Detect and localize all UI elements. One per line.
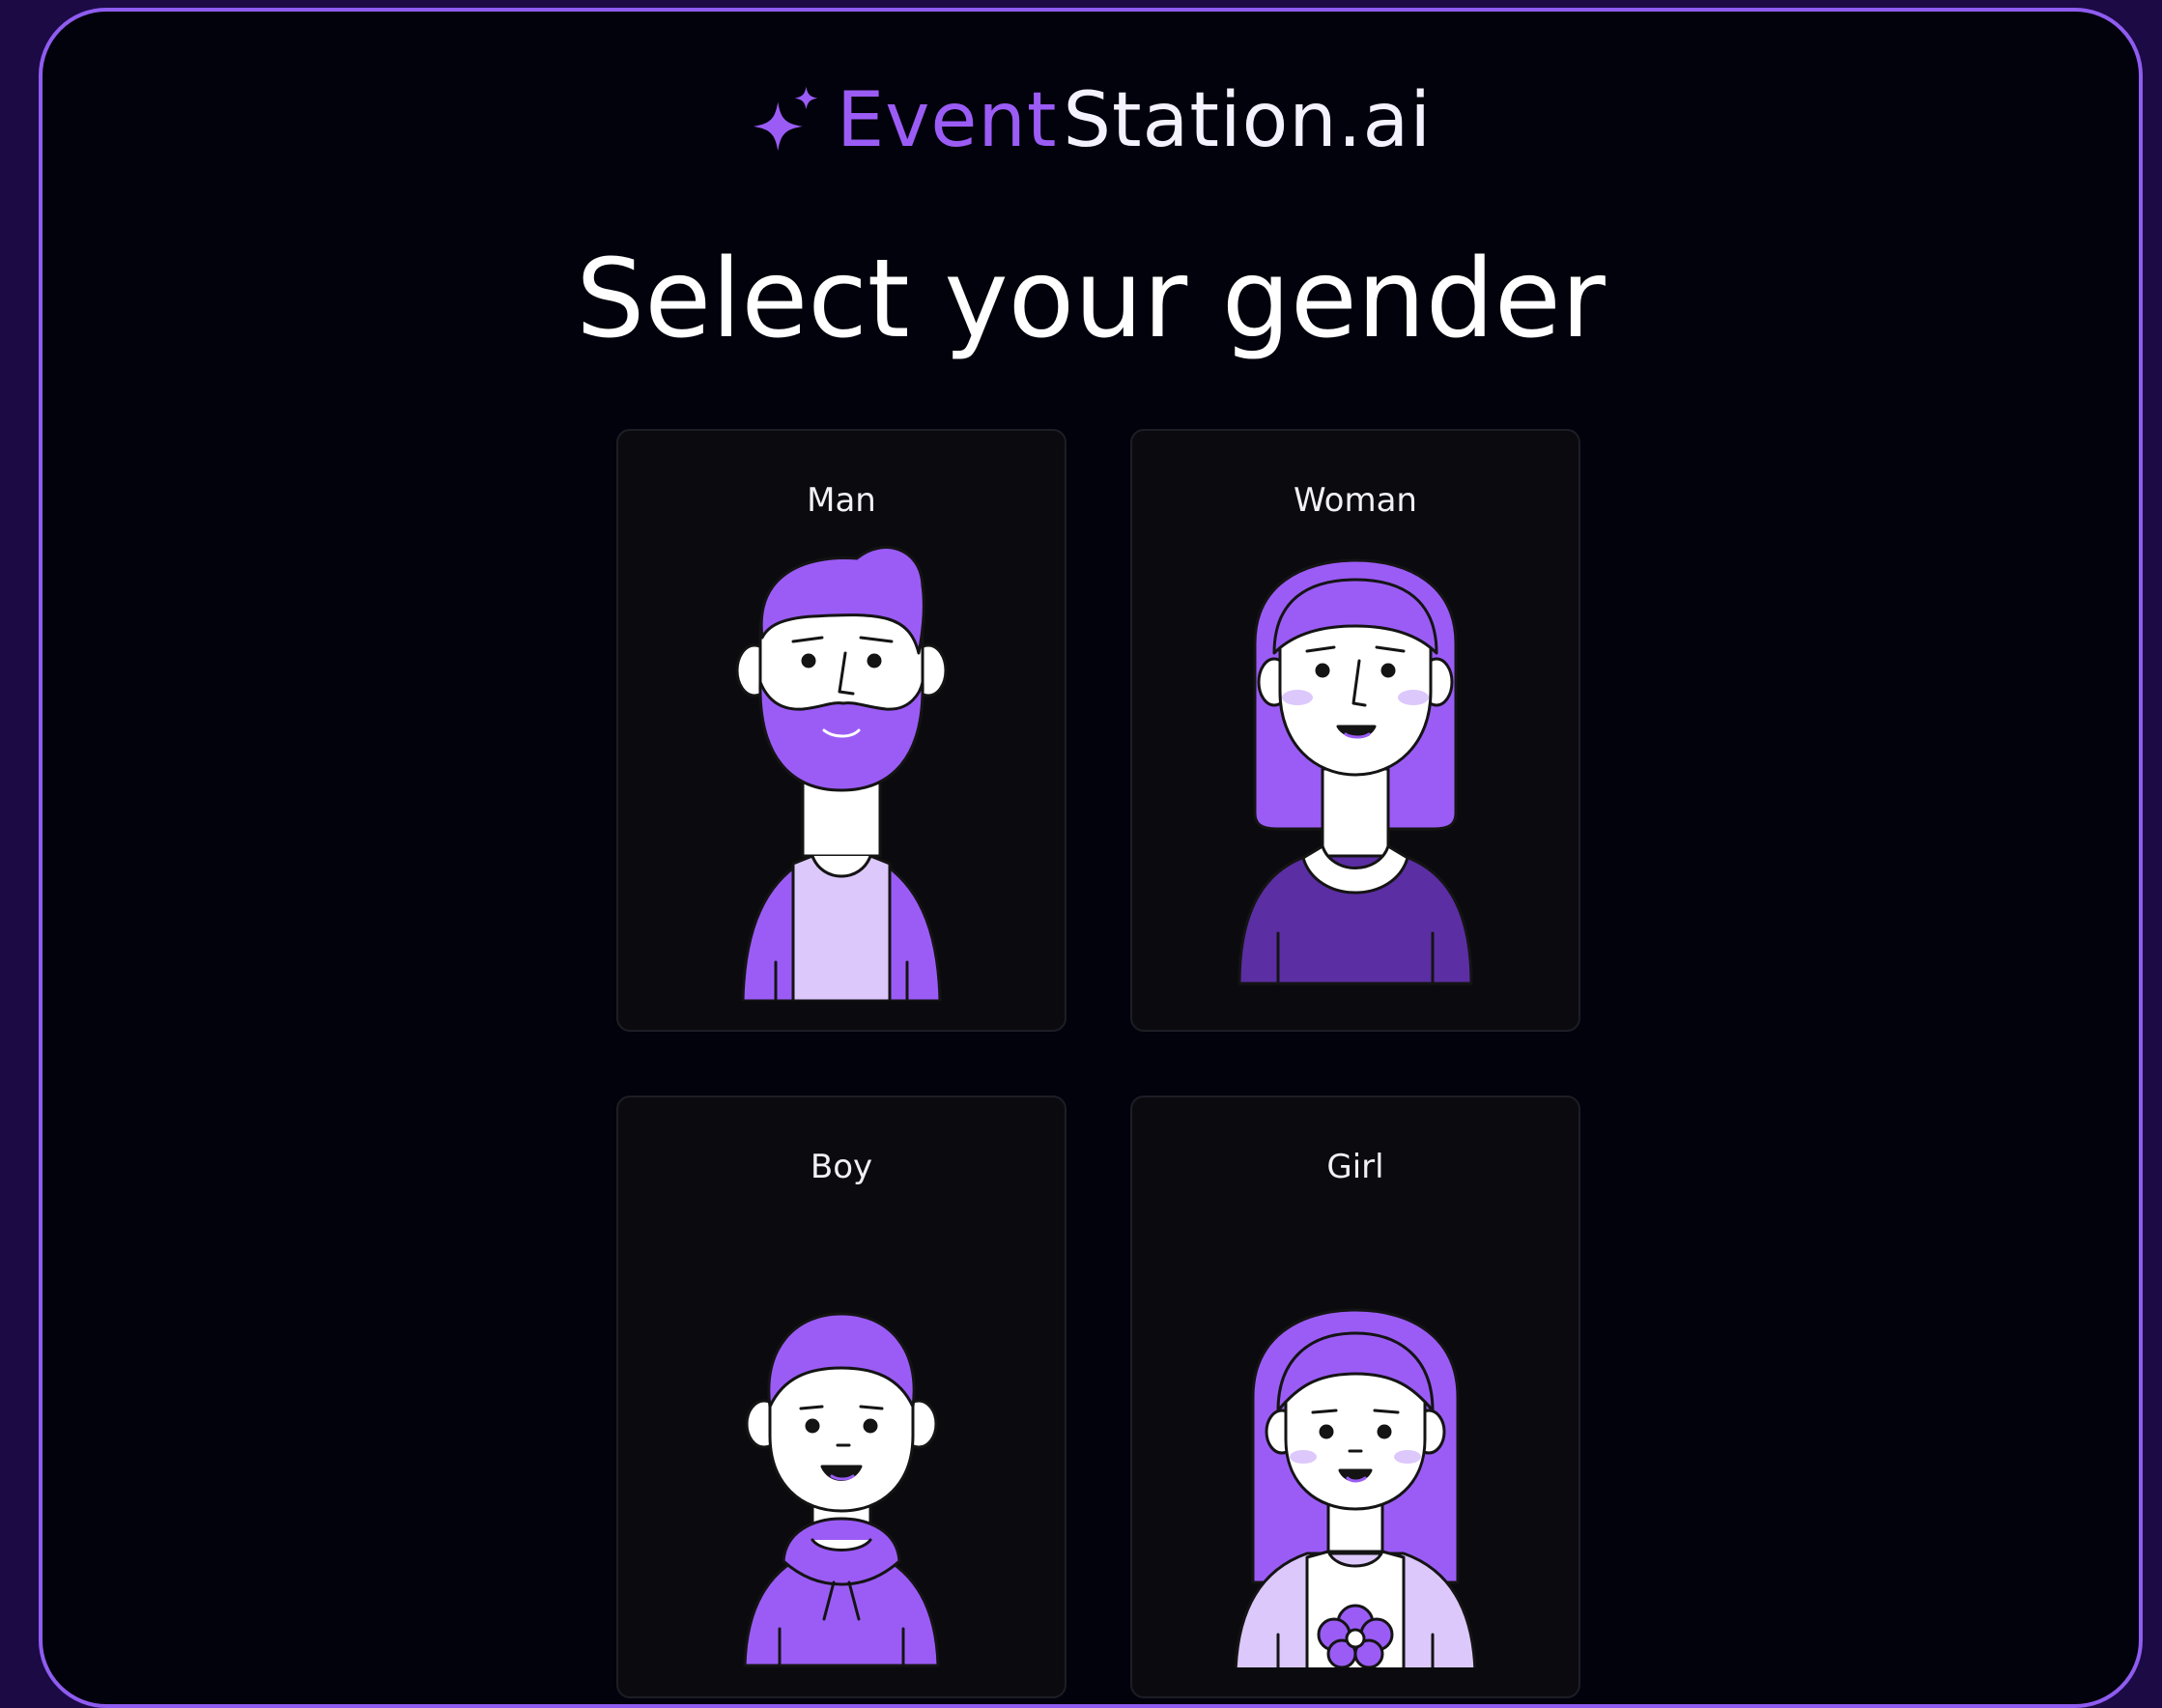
- brand-name-station: Station.ai: [1063, 77, 1433, 164]
- option-card-woman[interactable]: Woman: [1130, 429, 1580, 1032]
- app-frame: EventStation.ai Select your gender Man: [39, 8, 2143, 1708]
- woman-avatar-icon: [1237, 558, 1473, 985]
- brand-logo: Event Station.ai: [43, 68, 2139, 174]
- option-label-man: Man: [807, 481, 876, 520]
- page-title: Select your gender: [576, 237, 1606, 362]
- girl-avatar-icon: [1234, 1308, 1477, 1667]
- sparkle-icon: [753, 86, 818, 152]
- brand-name-event: Event: [836, 77, 1058, 164]
- man-avatar-icon: [735, 546, 948, 1001]
- boy-avatar-icon: [743, 1312, 940, 1667]
- option-card-boy[interactable]: Boy: [616, 1096, 1067, 1698]
- option-label-girl: Girl: [1326, 1148, 1384, 1186]
- option-label-boy: Boy: [810, 1148, 873, 1186]
- option-card-man[interactable]: Man: [616, 429, 1067, 1032]
- option-label-woman: Woman: [1294, 481, 1417, 520]
- option-card-girl[interactable]: Girl: [1130, 1096, 1580, 1698]
